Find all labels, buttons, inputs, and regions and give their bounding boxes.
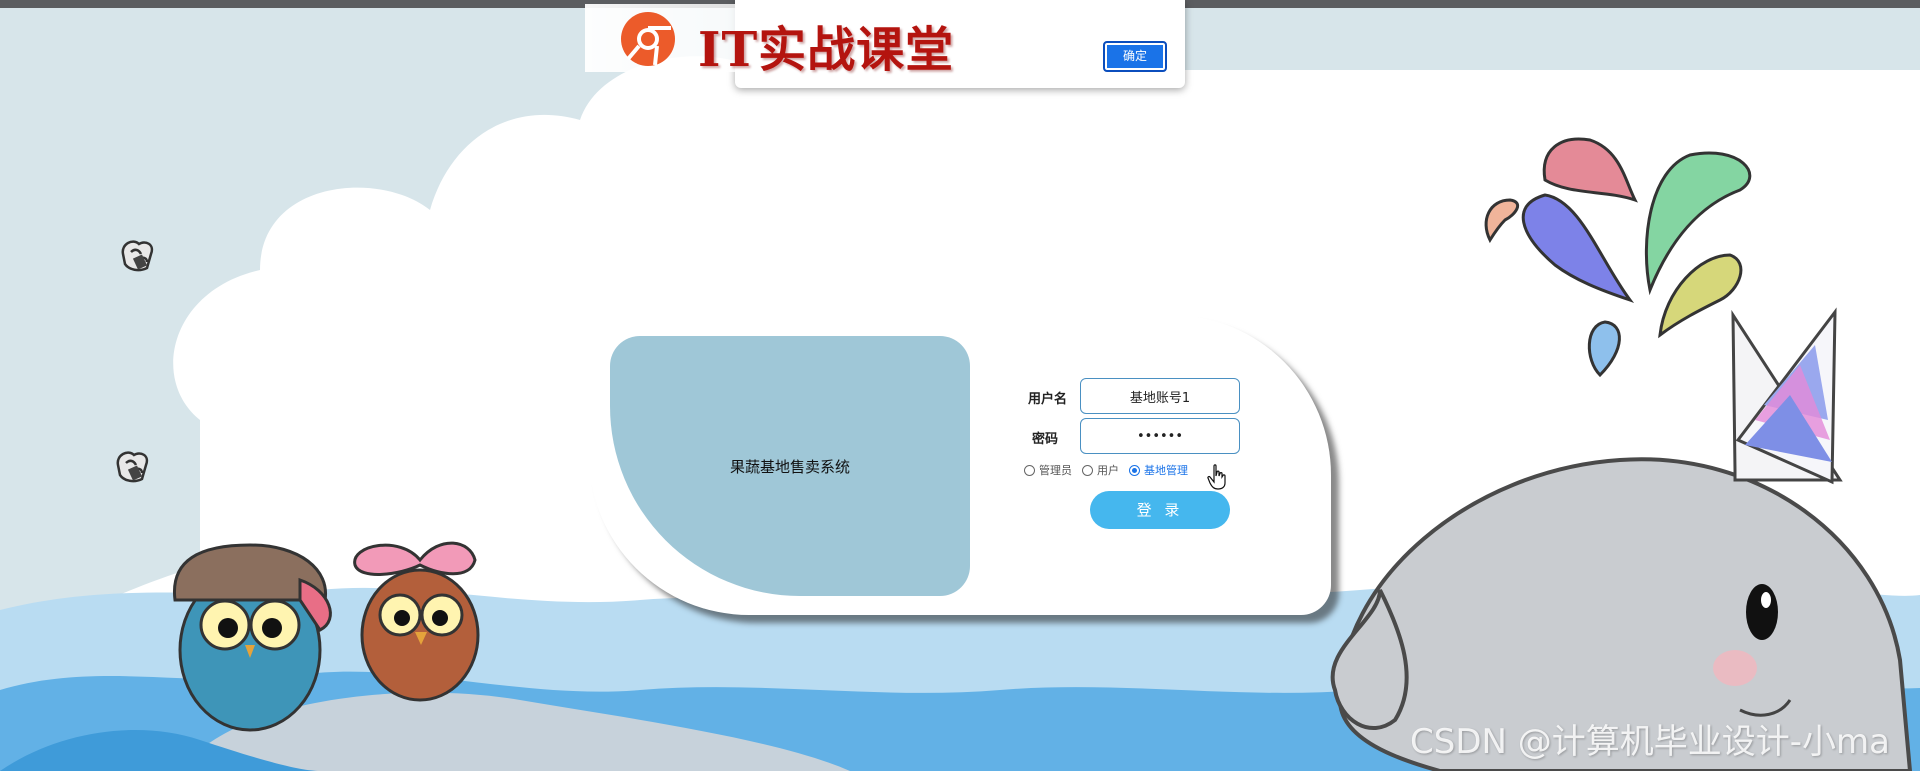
role-option-user[interactable]: 用户	[1082, 462, 1119, 478]
role-label: 用户	[1097, 464, 1119, 477]
brand-title: IT实战课堂	[698, 22, 955, 78]
login-button[interactable]: 登 录	[1090, 491, 1230, 529]
role-label: 管理员	[1039, 464, 1072, 477]
radio-button[interactable]	[1129, 464, 1140, 476]
username-input[interactable]	[1080, 378, 1240, 414]
radio-button[interactable]	[1024, 464, 1035, 476]
password-label: 密码	[1031, 432, 1058, 447]
role-label: 基地管理	[1144, 464, 1188, 477]
role-option-admin[interactable]: 管理员	[1024, 462, 1072, 478]
username-label: 用户名	[1027, 392, 1067, 407]
brand-logo-icon	[621, 12, 675, 66]
system-title: 果蔬基地售卖系统	[729, 457, 850, 476]
hand-pointer-icon	[1207, 464, 1226, 490]
role-selector: 管理员 用户 基地管理	[1024, 461, 1198, 479]
watermark-text: CSDN @计算机毕业设计-小ma	[1410, 722, 1890, 762]
cake-icon	[116, 451, 149, 483]
cake-icon	[121, 240, 154, 272]
role-option-base-manager[interactable]: 基地管理	[1129, 462, 1188, 478]
alert-ok-button[interactable]: 确定	[1103, 41, 1167, 72]
password-input[interactable]	[1080, 418, 1240, 454]
radio-button[interactable]	[1082, 464, 1093, 476]
